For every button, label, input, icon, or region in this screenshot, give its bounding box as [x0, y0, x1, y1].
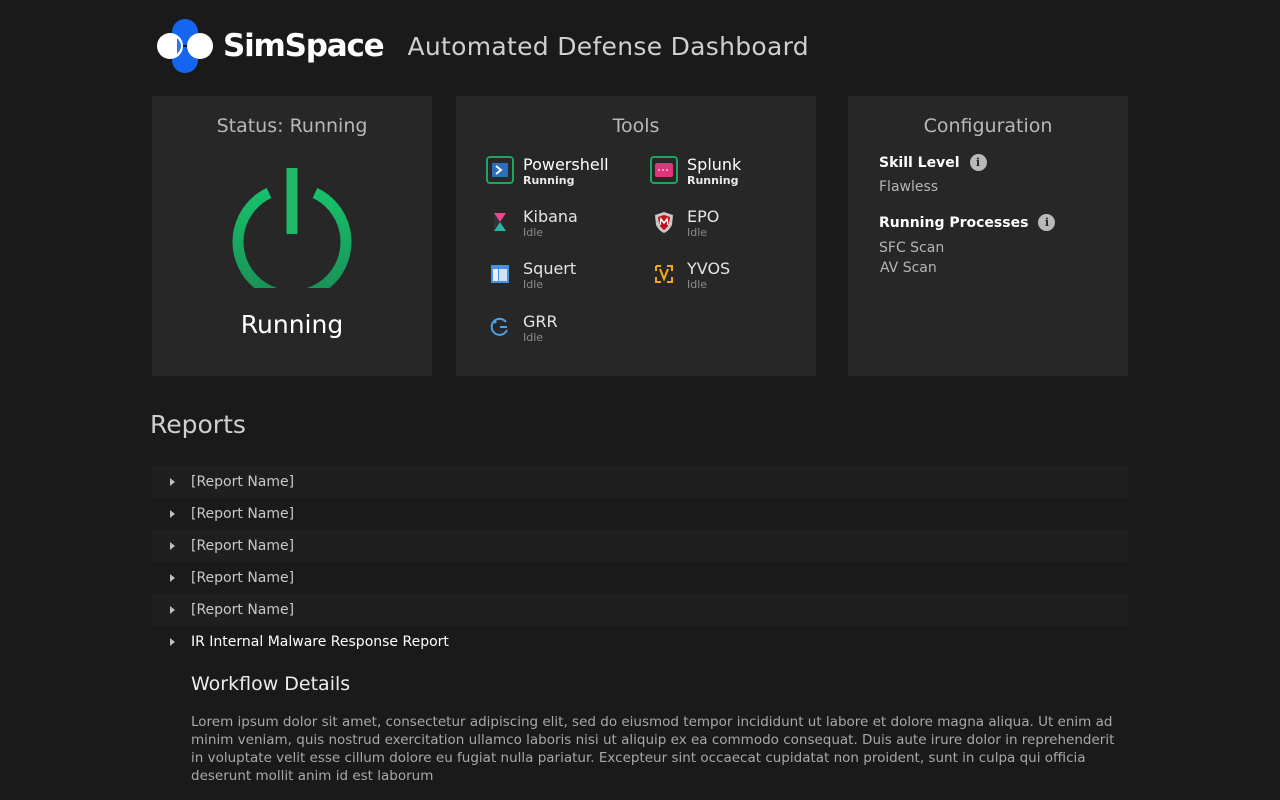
tool-name: Splunk — [687, 155, 742, 174]
tool-state: Idle — [523, 331, 544, 344]
tool-name: Kibana — [523, 207, 578, 226]
tools-card: Tools Powershell Running Splunk Running … — [456, 96, 816, 376]
info-icon[interactable]: i — [1038, 214, 1056, 231]
tool-state: Idle — [687, 278, 708, 291]
report-row-expanded[interactable]: IR Internal Malware Response Report — [152, 626, 1128, 658]
tools-card-title: Tools — [612, 115, 660, 137]
tool-epo[interactable]: EPO Idle — [650, 207, 719, 240]
splunk-icon — [650, 156, 678, 184]
tool-squert[interactable]: Squert Idle — [486, 259, 576, 292]
reports-title: Reports — [150, 410, 246, 439]
caret-right-icon — [170, 510, 175, 518]
workflow-details-body: Lorem ipsum dolor sit amet, consectetur … — [191, 714, 1115, 784]
caret-right-icon — [170, 606, 175, 614]
tool-yvos[interactable]: YVOS Idle — [650, 259, 730, 292]
header: SimSpace Automated Defense Dashboard — [155, 16, 809, 76]
skill-level-value: Flawless — [879, 179, 939, 195]
simspace-logo-icon — [157, 19, 213, 73]
simspace-logo[interactable]: SimSpace — [155, 16, 385, 76]
configuration-card-title: Configuration — [923, 115, 1053, 137]
skill-level-section: Skill Level i Flawless — [879, 154, 987, 195]
report-name: [Report Name] — [191, 506, 295, 522]
brand-name: SimSpace — [223, 28, 385, 64]
report-row[interactable]: [Report Name] — [152, 530, 1128, 562]
report-name: [Report Name] — [191, 602, 295, 618]
configuration-card: Configuration Skill Level i Flawless Run… — [848, 96, 1128, 376]
status-label: Running — [240, 310, 344, 339]
tool-powershell[interactable]: Powershell Running — [486, 155, 609, 188]
status-card-title: Status: Running — [216, 115, 368, 137]
caret-right-icon — [170, 478, 175, 486]
tool-state: Idle — [687, 226, 708, 239]
yvos-icon — [650, 260, 678, 288]
kibana-icon — [486, 208, 514, 236]
process-item: SFC Scan — [879, 240, 945, 256]
report-row[interactable]: [Report Name] — [152, 466, 1128, 498]
tool-splunk[interactable]: Splunk Running — [650, 155, 741, 188]
report-row[interactable]: [Report Name] — [152, 562, 1128, 594]
tool-name: YVOS — [687, 259, 731, 278]
caret-right-icon — [170, 638, 175, 646]
tool-state: Running — [687, 174, 739, 187]
report-row[interactable]: [Report Name] — [152, 498, 1128, 530]
tool-grr[interactable]: GRR Idle — [486, 312, 558, 345]
tool-name: EPO — [687, 207, 720, 226]
tool-name: GRR — [523, 312, 558, 331]
tool-state: Idle — [523, 278, 544, 291]
report-name: [Report Name] — [191, 538, 295, 554]
powershell-icon — [486, 156, 514, 184]
caret-right-icon — [170, 542, 175, 550]
running-processes-label: Running Processes — [879, 214, 1029, 231]
power-button[interactable] — [231, 166, 353, 302]
page-title: Automated Defense Dashboard — [407, 31, 809, 61]
info-icon[interactable]: i — [969, 154, 987, 171]
tool-state: Idle — [523, 226, 544, 239]
running-processes-row: Running Processes i — [879, 214, 1056, 231]
running-processes-section: Running Processes i SFC Scan AV Scan — [879, 214, 1056, 276]
status-card: Status: Running Running — [152, 96, 432, 376]
skill-level-label: Skill Level — [879, 154, 960, 171]
report-name: [Report Name] — [191, 474, 295, 490]
report-row[interactable]: [Report Name] — [152, 594, 1128, 626]
squert-icon — [486, 260, 514, 288]
tool-state: Running — [523, 174, 575, 187]
grr-icon — [486, 313, 514, 341]
process-item: AV Scan — [880, 260, 937, 276]
report-name: IR Internal Malware Response Report — [191, 634, 449, 650]
tool-name: Powershell — [523, 155, 609, 174]
workflow-details-title: Workflow Details — [191, 673, 351, 695]
mcafee-icon — [650, 208, 678, 236]
power-icon — [232, 168, 352, 302]
tool-kibana[interactable]: Kibana Idle — [486, 207, 578, 240]
caret-right-icon — [170, 574, 175, 582]
report-name: [Report Name] — [191, 570, 295, 586]
skill-level-row: Skill Level i — [879, 154, 987, 171]
tool-name: Squert — [523, 259, 577, 278]
